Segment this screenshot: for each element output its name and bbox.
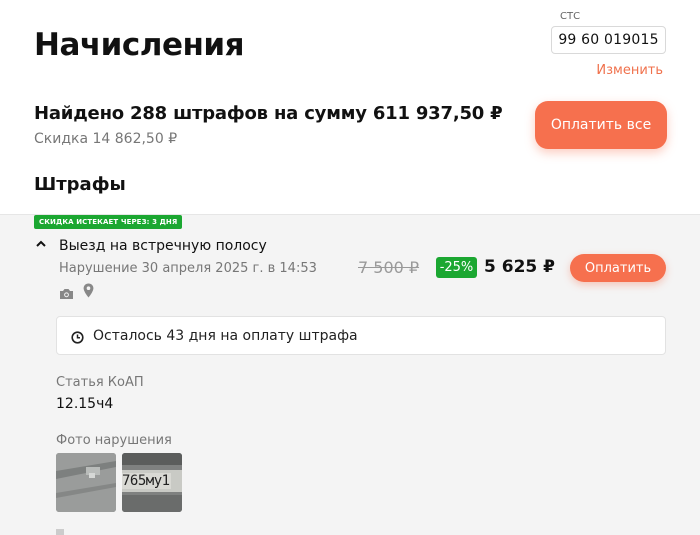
fine-title[interactable]: Выезд на встречную полосу (59, 238, 267, 254)
pay-fine-button[interactable]: Оплатить (570, 254, 666, 282)
discount-percent-badge: -25% (436, 257, 477, 278)
change-sts-link[interactable]: Изменить (596, 63, 663, 78)
camera-icon (59, 285, 74, 299)
sts-number-field[interactable]: 99 60 019015 (551, 26, 666, 54)
summary-title: Найдено 288 штрафов на сумму 611 937,50 … (34, 103, 503, 124)
new-price: 5 625 ₽ (484, 257, 555, 277)
fine-date: Нарушение 30 апреля 2025 г. в 14:53 (59, 261, 317, 276)
plate-number-fragment: 765му1 (122, 473, 171, 489)
summary-discount: Скидка 14 862,50 ₽ (34, 131, 178, 147)
map-pin-icon (83, 283, 94, 298)
photos-label: Фото нарушения (56, 433, 172, 448)
page-title: Начисления (34, 27, 245, 63)
deadline-text: Осталось 43 дня на оплату штрафа (93, 328, 358, 344)
payment-deadline-banner: Осталось 43 дня на оплату штрафа (56, 316, 666, 355)
next-section-label (56, 529, 64, 535)
discount-expiry-badge: СКИДКА ИСТЕКАЕТ ЧЕРЕЗ: 3 ДНЯ (34, 215, 183, 229)
violation-photo-plate[interactable]: 765му1 (122, 453, 182, 512)
chevron-up-icon[interactable] (36, 240, 46, 251)
pay-all-button[interactable]: Оплатить все (535, 101, 667, 149)
old-price: 7 500 ₽ (358, 258, 420, 277)
clock-icon (71, 329, 84, 344)
section-title: Штрафы (34, 174, 126, 195)
sts-label: СТС (560, 11, 581, 22)
violation-photo[interactable] (56, 453, 116, 512)
article-label: Статья КоАП (56, 375, 144, 390)
article-value: 12.15ч4 (56, 396, 114, 412)
